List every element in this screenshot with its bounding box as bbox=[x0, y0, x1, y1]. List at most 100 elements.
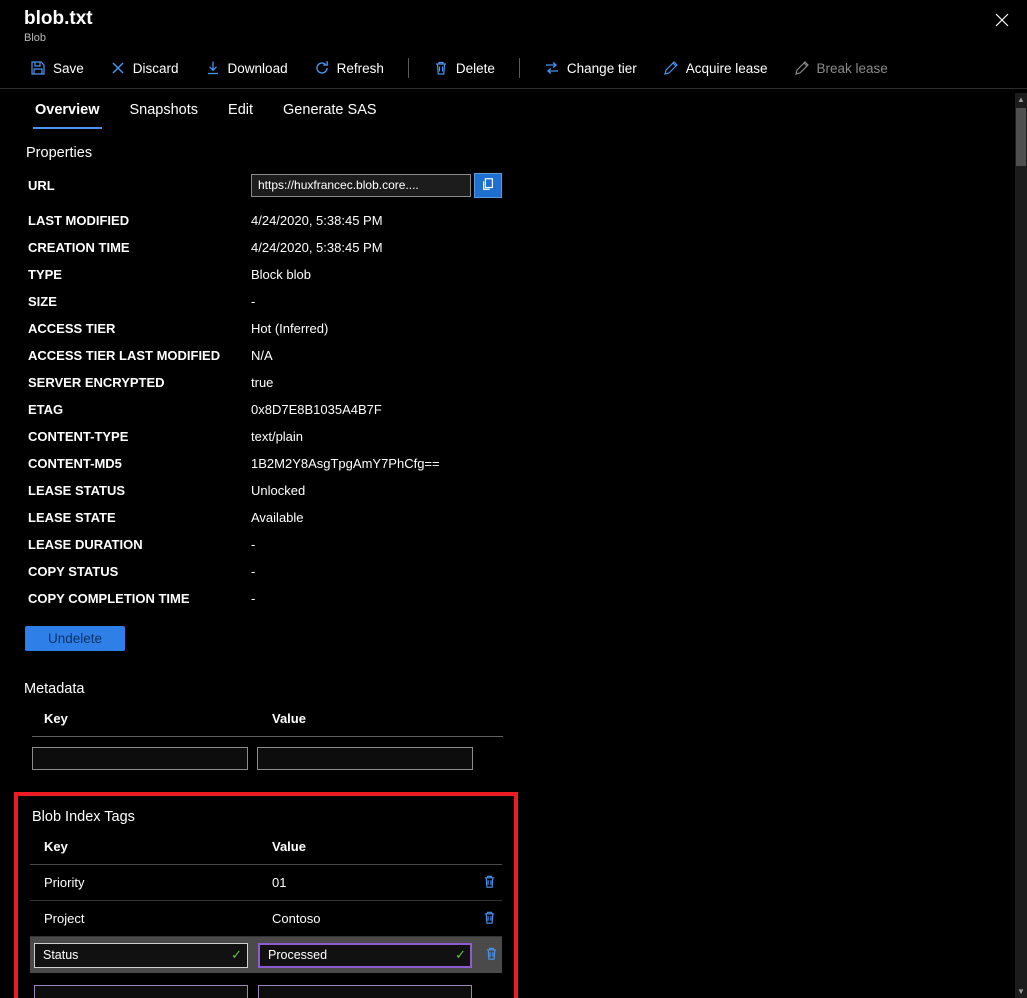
delete-tag-button[interactable] bbox=[478, 908, 500, 930]
url-row: URL bbox=[28, 171, 1027, 199]
save-button[interactable]: Save bbox=[28, 56, 86, 80]
scroll-up-icon[interactable]: ▲ bbox=[1015, 93, 1027, 106]
property-label: SIZE bbox=[28, 294, 251, 309]
metadata-section-title: Metadata bbox=[24, 681, 1027, 697]
discard-button[interactable]: Discard bbox=[108, 56, 181, 80]
tab-edit[interactable]: Edit bbox=[226, 102, 255, 129]
toolbar-separator bbox=[408, 58, 409, 78]
metadata-value-input[interactable] bbox=[257, 747, 473, 770]
blob-index-tags-section-title: Blob Index Tags bbox=[32, 809, 502, 825]
tag-row[interactable]: Priority 01 bbox=[30, 865, 502, 901]
property-row: LEASE STATE Available bbox=[28, 504, 1027, 531]
property-value: Unlocked bbox=[251, 483, 305, 498]
tab-bar: Overview Snapshots Edit Generate SAS bbox=[0, 89, 1027, 129]
property-row: SIZE - bbox=[28, 288, 1027, 315]
undelete-button[interactable]: Undelete bbox=[25, 626, 125, 651]
property-value: true bbox=[251, 375, 273, 390]
property-label: TYPE bbox=[28, 267, 251, 282]
property-value: 1B2M2Y8AsgTpgAmY7PhCfg== bbox=[251, 456, 440, 471]
property-row: LEASE STATUS Unlocked bbox=[28, 477, 1027, 504]
property-label: LEASE STATE bbox=[28, 510, 251, 525]
page-subtitle: Blob bbox=[24, 32, 1003, 44]
change-tier-icon bbox=[544, 60, 560, 76]
tag-key: Project bbox=[44, 911, 272, 926]
tag-value-input[interactable] bbox=[258, 943, 472, 968]
valid-check-icon: ✓ bbox=[455, 947, 466, 963]
property-value: N/A bbox=[251, 348, 273, 363]
property-row: COPY STATUS - bbox=[28, 558, 1027, 585]
metadata-table: Key Value bbox=[32, 711, 503, 770]
new-tag-value-wrap bbox=[258, 985, 472, 998]
break-lease-label: Break lease bbox=[817, 61, 888, 76]
property-row: CONTENT-MD5 1B2M2Y8AsgTpgAmY7PhCfg== bbox=[28, 450, 1027, 477]
refresh-label: Refresh bbox=[337, 61, 384, 76]
acquire-lease-icon bbox=[663, 60, 679, 76]
tag-row[interactable]: Project Contoso bbox=[30, 901, 502, 937]
new-tag-key-wrap bbox=[34, 985, 248, 998]
property-row: ACCESS TIER Hot (Inferred) bbox=[28, 315, 1027, 342]
property-value: - bbox=[251, 294, 255, 309]
discard-label: Discard bbox=[133, 61, 179, 76]
save-icon bbox=[30, 60, 46, 76]
new-tag-key-input[interactable] bbox=[34, 985, 248, 998]
metadata-key-header: Key bbox=[44, 711, 272, 726]
property-label: ACCESS TIER bbox=[28, 321, 251, 336]
scroll-down-icon[interactable]: ▼ bbox=[1015, 985, 1027, 998]
url-input[interactable] bbox=[251, 174, 471, 197]
blob-index-tags-highlight-box: Blob Index Tags Key Value Priority 01 Pr… bbox=[14, 792, 518, 998]
property-label: LEASE STATUS bbox=[28, 483, 251, 498]
save-label: Save bbox=[53, 61, 84, 76]
property-value: - bbox=[251, 591, 255, 606]
vertical-scrollbar[interactable]: ▲ ▼ bbox=[1015, 93, 1027, 998]
delete-button[interactable]: Delete bbox=[431, 56, 497, 80]
property-value: Block blob bbox=[251, 267, 311, 282]
property-value: - bbox=[251, 537, 255, 552]
trash-icon bbox=[482, 910, 497, 928]
acquire-lease-button[interactable]: Acquire lease bbox=[661, 56, 770, 80]
refresh-button[interactable]: Refresh bbox=[312, 56, 386, 80]
tag-row-editing: ✓ ✓ bbox=[30, 937, 502, 973]
properties-section-title: Properties bbox=[26, 145, 1027, 161]
trash-icon bbox=[482, 874, 497, 892]
download-icon bbox=[205, 60, 221, 76]
change-tier-button[interactable]: Change tier bbox=[542, 56, 639, 80]
metadata-header-row: Key Value bbox=[32, 711, 503, 737]
blob-index-tags-table: Key Value Priority 01 Project Contoso bbox=[30, 839, 502, 998]
tag-key: Priority bbox=[44, 875, 272, 890]
property-value: Available bbox=[251, 510, 304, 525]
property-value: 0x8D7E8B1035A4B7F bbox=[251, 402, 382, 417]
property-label: COPY STATUS bbox=[28, 564, 251, 579]
acquire-lease-label: Acquire lease bbox=[686, 61, 768, 76]
delete-tag-button[interactable] bbox=[482, 944, 500, 966]
copy-url-button[interactable] bbox=[474, 173, 502, 198]
download-label: Download bbox=[228, 61, 288, 76]
tag-key-input[interactable] bbox=[34, 943, 248, 968]
close-icon bbox=[994, 16, 1010, 31]
tab-snapshots[interactable]: Snapshots bbox=[128, 102, 201, 129]
property-row: TYPE Block blob bbox=[28, 261, 1027, 288]
property-row: LAST MODIFIED 4/24/2020, 5:38:45 PM bbox=[28, 207, 1027, 234]
change-tier-label: Change tier bbox=[567, 61, 637, 76]
close-button[interactable] bbox=[991, 10, 1013, 32]
metadata-value-header: Value bbox=[272, 711, 306, 726]
new-tag-value-input[interactable] bbox=[258, 985, 472, 998]
property-value: 4/24/2020, 5:38:45 PM bbox=[251, 240, 383, 255]
tag-value-edit-wrap: ✓ bbox=[258, 943, 472, 968]
trash-icon bbox=[484, 946, 499, 964]
property-row: ACCESS TIER LAST MODIFIED N/A bbox=[28, 342, 1027, 369]
page-title: blob.txt bbox=[24, 8, 1003, 30]
tab-generate-sas[interactable]: Generate SAS bbox=[281, 102, 379, 129]
break-lease-button: Break lease bbox=[792, 56, 890, 80]
metadata-key-input[interactable] bbox=[32, 747, 248, 770]
delete-tag-button[interactable] bbox=[478, 872, 500, 894]
property-value: Hot (Inferred) bbox=[251, 321, 328, 336]
property-label: LAST MODIFIED bbox=[28, 213, 251, 228]
download-button[interactable]: Download bbox=[203, 56, 290, 80]
panel-header: blob.txt Blob bbox=[0, 0, 1027, 48]
tag-value: Contoso bbox=[272, 911, 478, 926]
refresh-icon bbox=[314, 60, 330, 76]
tab-overview[interactable]: Overview bbox=[33, 102, 102, 129]
property-value: 4/24/2020, 5:38:45 PM bbox=[251, 213, 383, 228]
property-value: - bbox=[251, 564, 255, 579]
scrollbar-thumb[interactable] bbox=[1016, 108, 1026, 166]
